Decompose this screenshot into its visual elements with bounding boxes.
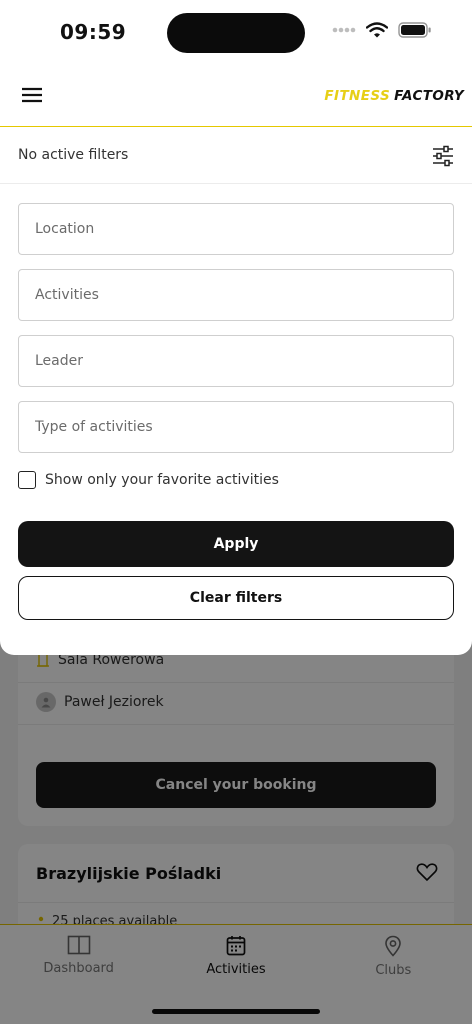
activities-input[interactable] xyxy=(18,269,454,321)
app-header: FITNESS FACTORY xyxy=(0,64,472,127)
filter-panel: 09:59 FITNESS FACTORY No active filters … xyxy=(0,0,472,655)
wifi-icon xyxy=(366,22,388,38)
logo-fitness: FITNESS xyxy=(324,88,391,104)
leader-input[interactable] xyxy=(18,335,454,387)
sliders-icon[interactable] xyxy=(432,145,454,167)
favorites-checkbox[interactable] xyxy=(18,471,36,489)
status-icons xyxy=(332,22,432,38)
filter-status: No active filters xyxy=(18,147,129,163)
hamburger-menu-icon[interactable] xyxy=(20,84,44,106)
favorites-label: Show only your favorite activities xyxy=(45,472,279,488)
battery-icon xyxy=(398,22,431,38)
dynamic-island xyxy=(167,13,305,53)
logo-factory: FACTORY xyxy=(394,88,464,104)
brand-logo[interactable]: FITNESS FACTORY xyxy=(324,88,464,104)
signal-dots-icon xyxy=(332,27,356,33)
favorites-filter[interactable]: Show only your favorite activities xyxy=(18,471,279,489)
location-input[interactable] xyxy=(18,203,454,255)
activity-type-input[interactable] xyxy=(18,401,454,453)
status-time: 09:59 xyxy=(60,20,127,44)
apply-button[interactable]: Apply xyxy=(18,521,454,567)
clear-filters-button[interactable]: Clear filters xyxy=(18,576,454,620)
status-bar: 09:59 xyxy=(0,0,472,64)
filter-bar: No active filters xyxy=(0,128,472,184)
